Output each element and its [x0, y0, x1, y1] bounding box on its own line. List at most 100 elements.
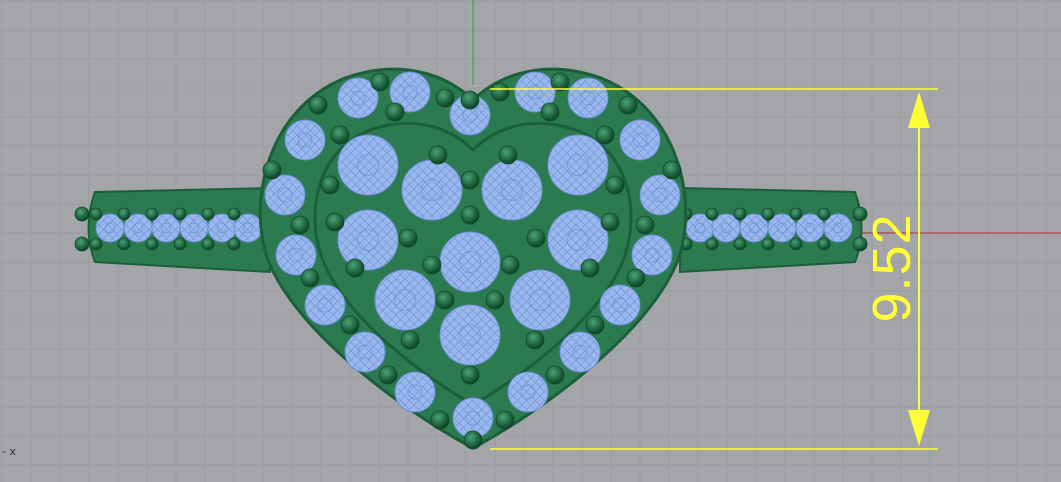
prong — [618, 95, 638, 115]
gem-facets — [713, 215, 739, 241]
gem-facets — [396, 373, 434, 411]
gem-facets — [339, 211, 397, 269]
prong — [580, 258, 600, 278]
gem-facets — [621, 121, 659, 159]
prong — [300, 268, 320, 288]
prong — [201, 207, 215, 221]
gem-facets — [277, 236, 315, 274]
gem-facets — [769, 215, 795, 241]
prong — [500, 255, 520, 275]
gem-facets — [346, 333, 384, 371]
prong — [435, 88, 455, 108]
gem-facets — [181, 215, 207, 241]
prong — [733, 207, 747, 221]
prong — [173, 207, 187, 221]
prong — [74, 206, 90, 222]
prong — [540, 102, 560, 122]
prong — [460, 365, 480, 385]
gem-facets — [641, 176, 679, 214]
prong — [817, 207, 831, 221]
prong — [370, 72, 390, 92]
prong — [817, 237, 831, 251]
prong — [74, 236, 90, 252]
gem-facets — [549, 136, 607, 194]
prong — [89, 207, 103, 221]
prong — [145, 207, 159, 221]
prong — [89, 237, 103, 251]
gem-facets — [509, 373, 547, 411]
heart-head[interactable] — [258, 67, 688, 450]
gem-facets — [125, 215, 151, 241]
gem-facets — [376, 271, 434, 329]
prong — [201, 237, 215, 251]
prong — [662, 160, 682, 180]
prong — [761, 237, 775, 251]
prong — [325, 212, 345, 232]
prong — [789, 237, 803, 251]
prong — [430, 410, 450, 430]
prong — [400, 330, 420, 350]
gem-facets — [339, 136, 397, 194]
prong — [498, 145, 518, 165]
prong — [173, 237, 187, 251]
prong — [605, 175, 625, 195]
prong — [460, 170, 480, 190]
prong — [761, 207, 775, 221]
prong — [789, 207, 803, 221]
prong — [320, 175, 340, 195]
prong — [117, 207, 131, 221]
prong — [733, 237, 747, 251]
prong — [705, 237, 719, 251]
prong — [345, 258, 365, 278]
prong — [398, 228, 418, 248]
prong — [422, 255, 442, 275]
gem-facets — [601, 286, 639, 324]
gem-facets — [403, 161, 461, 219]
prong — [428, 145, 448, 165]
dimension-arrow-top — [908, 92, 930, 128]
prong — [340, 315, 360, 335]
rhino-viewport[interactable]: 9.52 - x — [0, 0, 1061, 482]
gem-facets — [549, 211, 607, 269]
prong — [330, 125, 350, 145]
prong — [545, 365, 565, 385]
prong — [635, 215, 655, 235]
gem-facets — [825, 215, 851, 241]
prong — [495, 410, 515, 430]
prong — [378, 365, 398, 385]
prong — [227, 237, 241, 251]
prong — [117, 237, 131, 251]
prong — [145, 237, 159, 251]
gem-facets — [511, 271, 569, 329]
gem-facets — [306, 286, 344, 324]
gem-facets — [235, 215, 261, 241]
axis-x-label: - x — [2, 445, 16, 458]
prong — [460, 205, 480, 225]
gem-facets — [561, 333, 599, 371]
gem-facets — [286, 121, 324, 159]
prong — [585, 315, 605, 335]
prong — [525, 330, 545, 350]
gem-facets — [153, 215, 179, 241]
gem-facets — [266, 176, 304, 214]
gem-facets — [633, 236, 671, 274]
prong — [705, 207, 719, 221]
prong — [227, 207, 241, 221]
prong — [526, 228, 546, 248]
prong — [463, 430, 483, 450]
gem-facets — [741, 215, 767, 241]
prong — [435, 290, 455, 310]
prong — [485, 290, 505, 310]
dimension-arrow-bottom — [908, 410, 930, 446]
gem-facets — [441, 233, 499, 291]
dimension-value[interactable]: 9.52 — [862, 213, 922, 322]
prong — [290, 215, 310, 235]
prong — [385, 102, 405, 122]
gem-facets — [441, 306, 499, 364]
gem-facets — [483, 161, 541, 219]
prong — [262, 160, 282, 180]
gem-facets — [569, 79, 607, 117]
prong — [600, 212, 620, 232]
gem-facets — [797, 215, 823, 241]
prong — [626, 268, 646, 288]
